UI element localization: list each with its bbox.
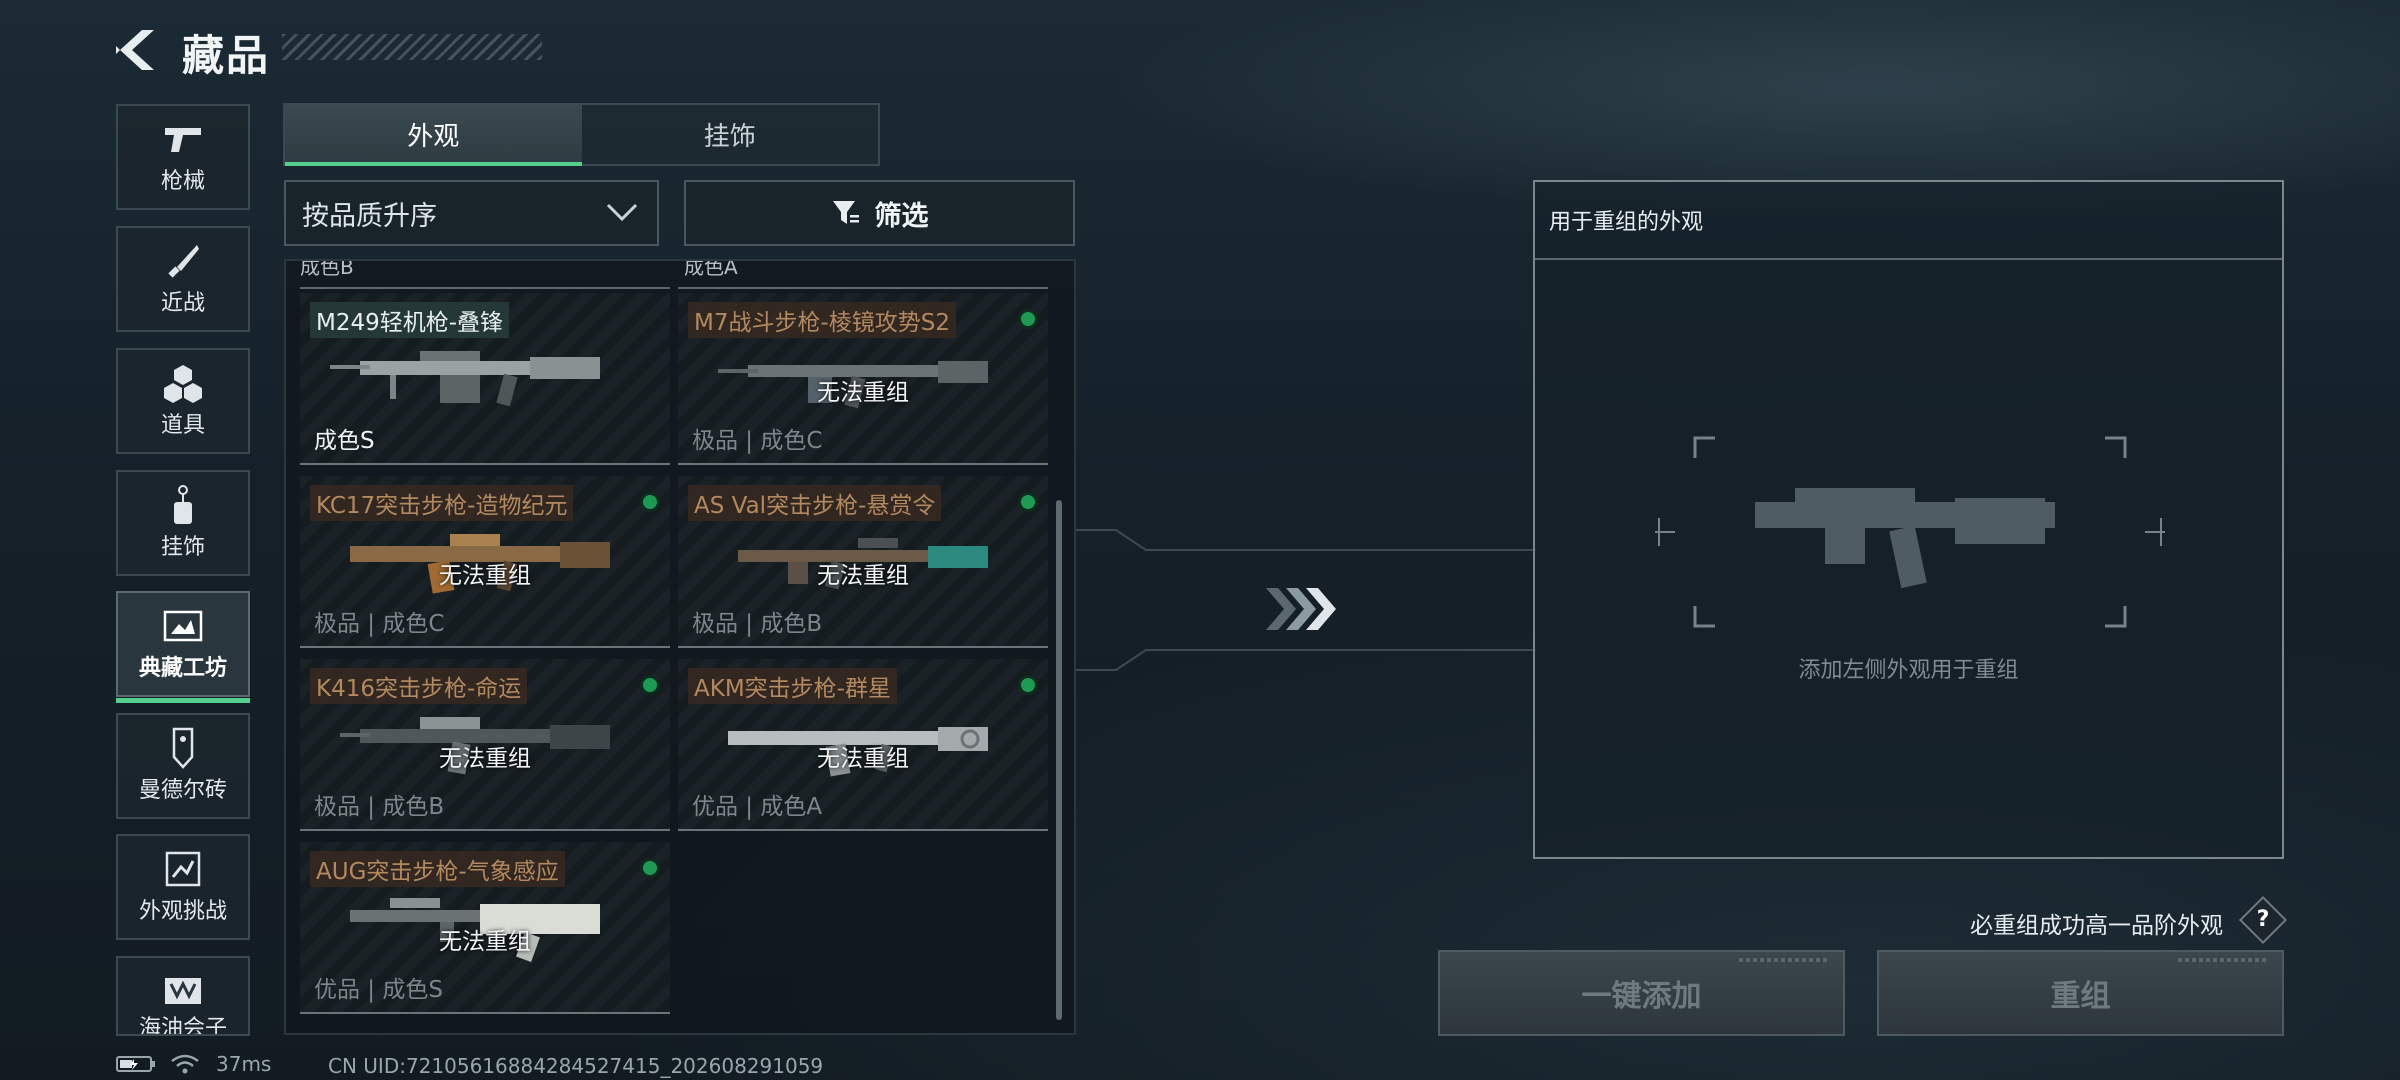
skin-quality: 极品 | 成色C	[692, 428, 823, 454]
question-icon: ?	[2256, 907, 2270, 932]
wifi-icon	[171, 1054, 199, 1074]
skin-quality: 成色S	[314, 428, 375, 454]
sort-label: 按品质升序	[302, 200, 437, 232]
sidebar-item-workshop[interactable]: 典藏工坊	[116, 591, 250, 703]
skin-card[interactable]: AS Val突击步枪-悬赏令 无法重组 极品 | 成色B	[678, 476, 1048, 648]
cannot-recombine-label: 无法重组	[817, 380, 909, 406]
skin-quality: 极品 | 成色C	[314, 611, 445, 637]
skin-card[interactable]: AKM突击步枪-群星 无法重组 优品 | 成色A	[678, 659, 1048, 831]
cannot-recombine-label: 无法重组	[817, 563, 909, 589]
skin-card[interactable]: AUG突击步枪-气象感应 无法重组 优品 | 成色S	[300, 842, 670, 1014]
partial-quality-label: 成色A	[684, 259, 738, 279]
category-tabs: 外观 挂饰	[283, 103, 880, 166]
sidebar-item-melee[interactable]: 近战	[116, 226, 250, 332]
sidebar-item-label: 海油会子	[138, 1016, 227, 1036]
skin-name: KC17突击步枪-造物纪元	[310, 485, 574, 521]
row-divider	[678, 287, 1048, 289]
tab-skins[interactable]: 外观	[285, 105, 582, 166]
partial-quality-label: 成色B	[300, 259, 354, 279]
sidebar-item-mandel-brick[interactable]: 曼德尔砖	[116, 713, 250, 819]
sidebar-item-label: 挂饰	[160, 535, 205, 560]
skin-card[interactable]: M7战斗步枪-棱镜攻势S2 无法重组 极品 | 成色C	[678, 293, 1048, 465]
chest-icon	[161, 974, 205, 1006]
back-arrow-icon	[116, 30, 154, 70]
owned-indicator-icon	[1018, 675, 1038, 695]
knife-icon	[161, 241, 205, 281]
skin-name: M249轻机枪-叠锋	[310, 302, 510, 338]
panel-hint: 添加左侧外观用于重组	[1798, 658, 2019, 683]
owned-indicator-icon	[1018, 492, 1038, 512]
panel-divider	[1535, 258, 2282, 260]
skin-name: K416突击步枪-命运	[310, 668, 528, 704]
pistol-icon	[161, 119, 205, 159]
skin-quality: 优品 | 成色S	[314, 977, 443, 1003]
skin-name: AUG突击步枪-气象感应	[310, 851, 565, 887]
weapon-slot-placeholder-icon	[1655, 436, 2165, 628]
chevron-down-icon	[606, 203, 638, 222]
sidebar-item-skin-challenge[interactable]: 外观挑战	[116, 834, 250, 940]
brick-icon	[161, 727, 205, 769]
grid-scrollbar[interactable]	[1056, 500, 1062, 1020]
sidebar-item-label: 典藏工坊	[138, 656, 227, 681]
weapon-image	[330, 351, 600, 407]
sidebar-item-label: 外观挑战	[138, 899, 227, 924]
filter-button[interactable]: 筛选	[684, 180, 1075, 246]
skin-grid[interactable]: 成色B 成色A M249轻机枪-叠锋 成色S M7战斗步枪-棱镜攻势S2 无法重…	[284, 259, 1076, 1035]
skin-quality: 极品 | 成色B	[692, 611, 823, 637]
sidebar-item-items[interactable]: 道具	[116, 348, 250, 454]
sidebar-item-firearms[interactable]: 枪械	[116, 104, 250, 210]
skin-card[interactable]: K416突击步枪-命运 无法重组 极品 | 成色B	[300, 659, 670, 831]
battery-icon	[116, 1056, 155, 1072]
filter-icon	[832, 201, 859, 224]
sidebar-item-label: 曼德尔砖	[138, 778, 227, 803]
owned-indicator-icon	[640, 858, 660, 878]
workshop-icon	[161, 606, 205, 646]
skin-name: AKM突击步枪-群星	[688, 668, 897, 704]
owned-indicator-icon	[640, 675, 660, 695]
sidebar-item-label: 枪械	[160, 169, 205, 194]
skin-quality: 优品 | 成色A	[692, 794, 823, 820]
recombine-label: 重组	[2050, 979, 2111, 1014]
owned-indicator-icon	[640, 492, 660, 512]
tab-charms[interactable]: 挂饰	[582, 105, 879, 164]
skin-card[interactable]: M249轻机枪-叠锋 成色S	[300, 293, 670, 465]
charm-icon	[161, 485, 205, 525]
panel-title: 用于重组的外观	[1549, 210, 1704, 235]
challenge-icon	[161, 849, 205, 889]
sidebar-item-chest[interactable]: 海油会子	[116, 956, 250, 1036]
guarantee-text: 必重组成功高一品阶外观	[1970, 913, 2223, 939]
sidebar-item-charms[interactable]: 挂饰	[116, 470, 250, 576]
cubes-icon	[161, 363, 205, 403]
skin-card[interactable]: KC17突击步枪-造物纪元 无法重组 极品 | 成色C	[300, 476, 670, 648]
skin-name: M7战斗步枪-棱镜攻势S2	[688, 302, 957, 338]
sort-dropdown[interactable]: 按品质升序	[284, 180, 659, 246]
cannot-recombine-label: 无法重组	[439, 563, 531, 589]
uid-text: CN UID:7210561688428452741​5_20260829105…	[328, 1054, 824, 1078]
recombine-button[interactable]: 重组	[1877, 950, 2284, 1036]
cannot-recombine-label: 无法重组	[439, 746, 531, 772]
status-bar: 37ms	[116, 1052, 271, 1076]
add-all-button[interactable]: 一键添加	[1438, 950, 1845, 1036]
chevrons-right-icon	[1266, 588, 1336, 630]
row-divider	[300, 287, 670, 289]
cannot-recombine-label: 无法重组	[817, 746, 909, 772]
back-button[interactable]	[112, 28, 164, 72]
button-decoration	[2178, 958, 2268, 962]
owned-indicator-icon	[1018, 309, 1038, 329]
cannot-recombine-label: 无法重组	[439, 929, 531, 955]
recombine-panel[interactable]: 用于重组的外观 添加左侧外观用于重组	[1533, 180, 2284, 859]
sidebar-item-label: 道具	[160, 413, 205, 438]
ping-text: 37ms	[216, 1052, 272, 1076]
add-all-label: 一键添加	[1581, 979, 1702, 1014]
button-decoration	[1739, 958, 1829, 962]
page-title: 藏品	[182, 31, 271, 80]
title-decoration	[282, 34, 542, 60]
sidebar-item-label: 近战	[160, 291, 205, 316]
skin-quality: 极品 | 成色B	[314, 794, 445, 820]
filter-label: 筛选	[874, 200, 929, 232]
skin-name: AS Val突击步枪-悬赏令	[688, 485, 942, 521]
